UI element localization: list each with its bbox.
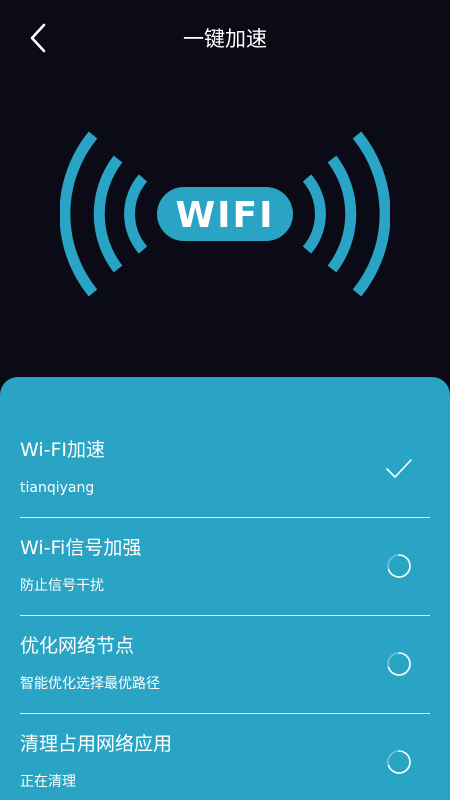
task-detail: 智能优化选择最优路径 xyxy=(20,676,160,692)
spinner-icon xyxy=(386,651,412,677)
task-detail: 正在清理 xyxy=(20,774,76,790)
wifi-left-arc-medium xyxy=(93,155,123,273)
task-item-wifi-boost: Wi-FI加速 tianqiyang xyxy=(20,420,430,518)
spinner-icon xyxy=(386,553,412,579)
task-list: Wi-FI加速 tianqiyang Wi-Fi信号加强 防止信号干扰 优化网络… xyxy=(20,420,430,800)
header: 一键加速 xyxy=(0,0,450,78)
wifi-right-arc-medium xyxy=(327,155,357,273)
task-detail: tianqiyang xyxy=(20,480,95,496)
task-name: Wi-Fi信号加强 xyxy=(20,537,142,559)
task-detail: 防止信号干扰 xyxy=(20,578,104,594)
wifi-right-arc-large xyxy=(352,131,390,297)
page-title: 一键加速 xyxy=(183,27,267,51)
wifi-left-arc-small xyxy=(124,174,148,254)
wifi-logo-text: WIFI xyxy=(175,195,274,236)
task-item-node-optimize: 优化网络节点 智能优化选择最优路径 xyxy=(20,616,430,714)
task-name: 清理占用网络应用 xyxy=(20,733,173,755)
spinner-icon xyxy=(386,749,412,775)
wifi-left-arc-large xyxy=(60,131,98,297)
wifi-right-arc-small xyxy=(302,174,326,254)
check-icon xyxy=(386,455,412,481)
wifi-logo: WIFI xyxy=(60,131,390,297)
task-name: Wi-FI加速 xyxy=(20,439,106,461)
task-name: 优化网络节点 xyxy=(20,635,135,657)
task-item-signal-boost: Wi-Fi信号加强 防止信号干扰 xyxy=(20,518,430,616)
acceleration-panel: Wi-FI加速 tianqiyang Wi-Fi信号加强 防止信号干扰 优化网络… xyxy=(0,377,450,800)
task-item-app-cleanup: 清理占用网络应用 正在清理 xyxy=(20,714,430,800)
